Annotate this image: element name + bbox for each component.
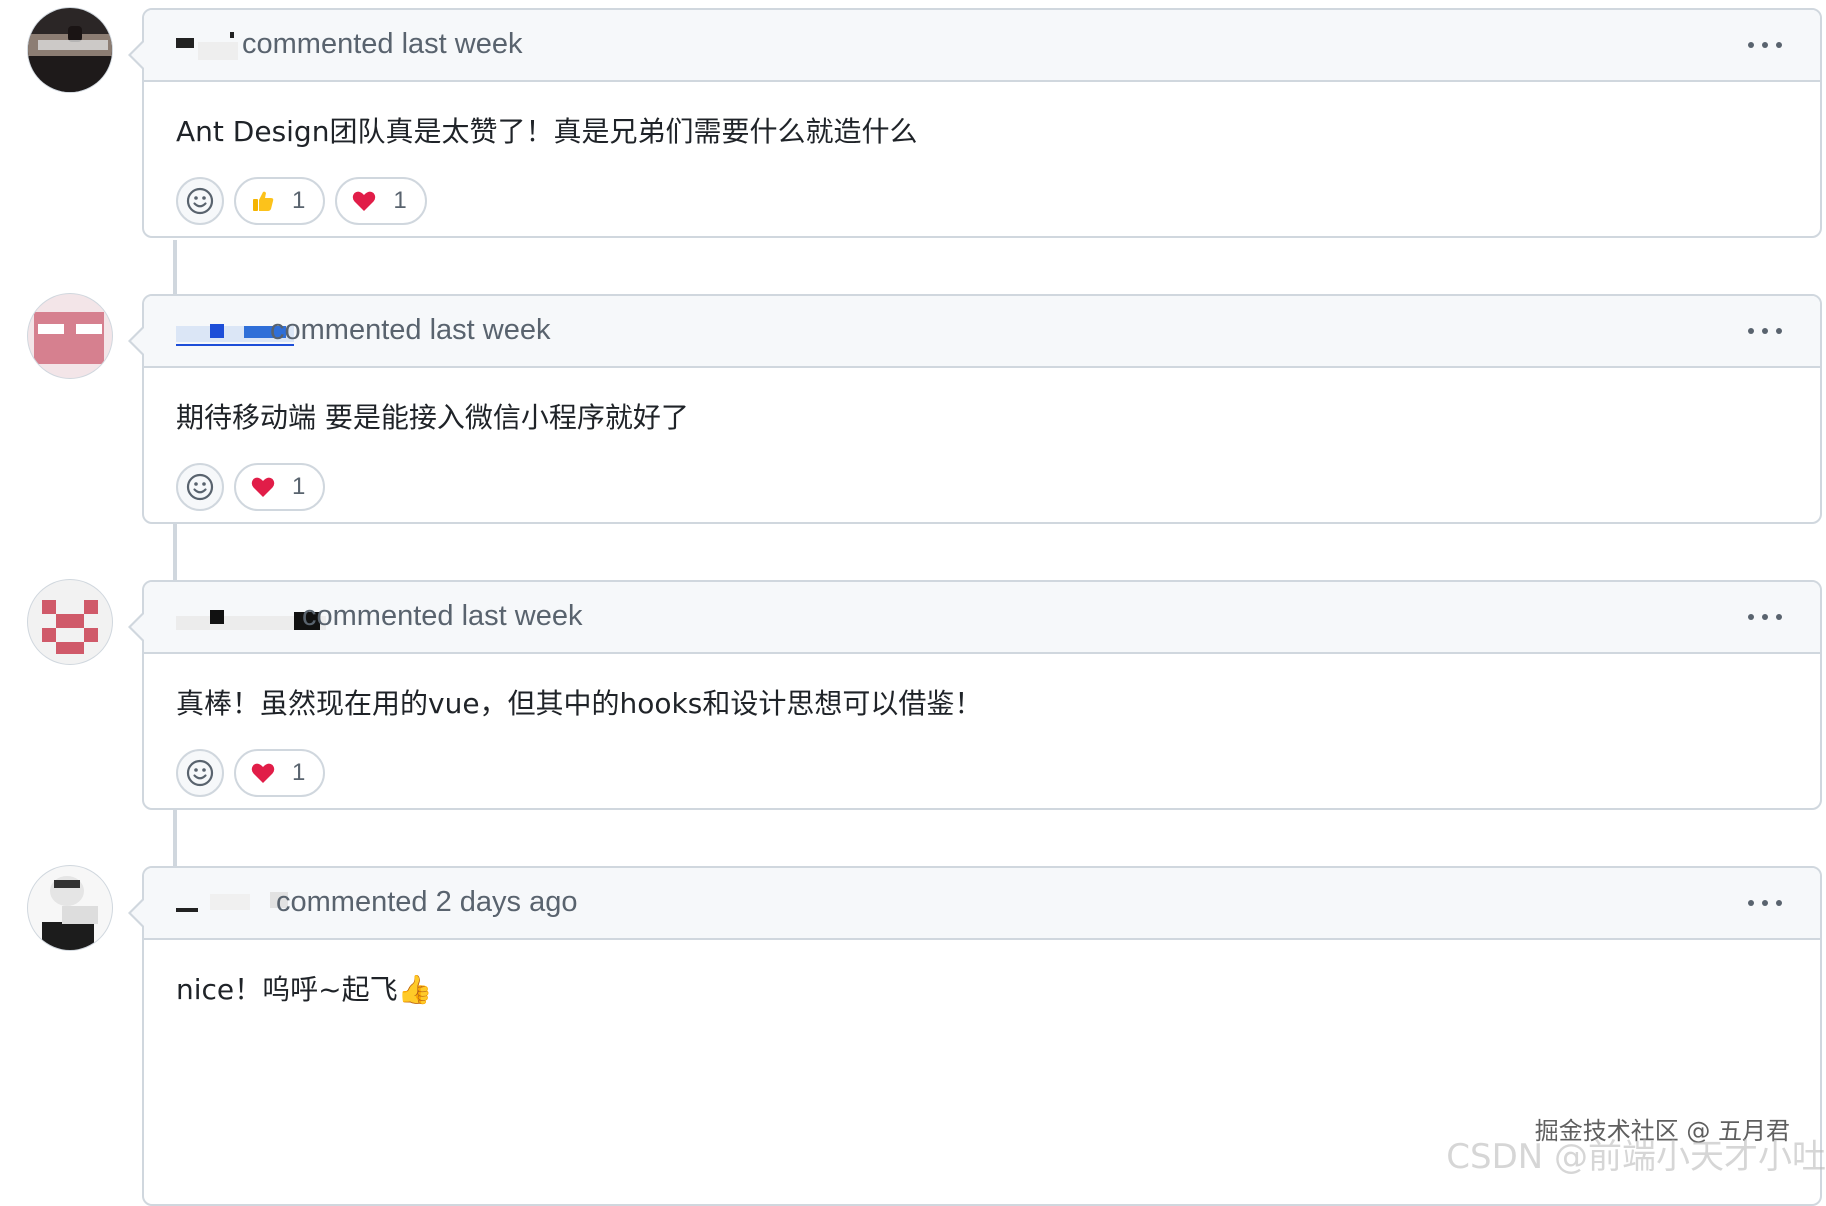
comment-header: commented last week xyxy=(144,296,1820,368)
thumbs-up-icon xyxy=(253,191,274,211)
heart-icon xyxy=(251,763,275,783)
add-reaction-button[interactable] xyxy=(176,463,224,511)
comment-text: nice！呜呼~起飞👍 xyxy=(176,973,433,1006)
comment-meta: commented last week xyxy=(242,28,523,60)
comment-card: commented last week 真棒！虽然现在用的vue，但其中的hoo… xyxy=(128,580,1822,810)
comment-meta: commented last week xyxy=(270,314,551,346)
heart-icon xyxy=(251,477,275,497)
comment-card: commented last week Ant Design团队真是太赞了！真是… xyxy=(128,8,1822,238)
comment-text: 期待移动端 要是能接入微信小程序就好了 xyxy=(176,401,689,434)
smiley-icon xyxy=(186,187,214,215)
reaction-count: 1 xyxy=(292,187,306,214)
reactions-bar: 1 1 xyxy=(176,176,1788,226)
avatar[interactable] xyxy=(28,580,112,664)
reaction-count: 1 xyxy=(292,473,306,500)
more-options-icon[interactable] xyxy=(1748,324,1782,338)
reaction-count: 1 xyxy=(292,759,306,786)
comment-card: commented last week 期待移动端 要是能接入微信小程序就好了 … xyxy=(128,294,1822,524)
comment-header: commented last week xyxy=(144,582,1820,654)
more-options-icon[interactable] xyxy=(1748,896,1782,910)
more-options-icon[interactable] xyxy=(1748,38,1782,52)
watermark-text: CSDN @前端小天才小吐 xyxy=(1446,1137,1826,1177)
comment-body: 期待移动端 要是能接入微信小程序就好了 1 xyxy=(144,368,1820,542)
comment-text: 真棒！虽然现在用的vue，但其中的hooks和设计思想可以借鉴！ xyxy=(176,687,983,720)
reaction-heart-button[interactable]: 1 xyxy=(335,177,427,225)
reaction-count: 1 xyxy=(393,187,407,214)
comment-meta: commented last week xyxy=(302,600,583,632)
comment-meta: commented 2 days ago xyxy=(276,886,578,918)
reaction-thumbs-up-button[interactable]: 1 xyxy=(234,177,326,225)
comment-header: commented last week xyxy=(144,10,1820,82)
reaction-heart-button[interactable]: 1 xyxy=(234,463,326,511)
avatar[interactable] xyxy=(28,294,112,378)
more-options-icon[interactable] xyxy=(1748,610,1782,624)
add-reaction-button[interactable] xyxy=(176,749,224,797)
comment-text: Ant Design团队真是太赞了！真是兄弟们需要什么就造什么 xyxy=(176,115,918,148)
reactions-bar: 1 xyxy=(176,462,1788,512)
reaction-heart-button[interactable]: 1 xyxy=(234,749,326,797)
reactions-bar: 1 xyxy=(176,748,1788,798)
comment-body: nice！呜呼~起飞👍 xyxy=(144,940,1820,1064)
smiley-icon xyxy=(186,759,214,787)
smiley-icon xyxy=(186,473,214,501)
add-reaction-button[interactable] xyxy=(176,177,224,225)
heart-icon xyxy=(353,191,376,211)
comment-body: 真棒！虽然现在用的vue，但其中的hooks和设计思想可以借鉴！ 1 xyxy=(144,654,1820,828)
avatar[interactable] xyxy=(28,8,112,92)
comment-header: commented 2 days ago xyxy=(144,868,1820,940)
comment-body: Ant Design团队真是太赞了！真是兄弟们需要什么就造什么 1 1 xyxy=(144,82,1820,256)
avatar[interactable] xyxy=(28,866,112,950)
